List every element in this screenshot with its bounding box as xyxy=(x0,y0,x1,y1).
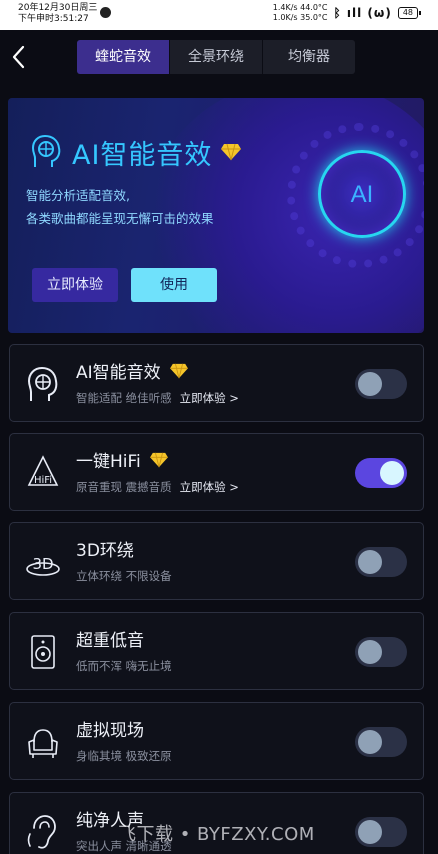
network-speed: 1.4K/s 44.0°C 1.0K/s 35.0°C xyxy=(273,3,328,23)
effect-title: 3D环绕 xyxy=(76,541,134,561)
effect-desc-text: 低而不浑 嗨无止境 xyxy=(76,659,172,673)
header: 蝰蛇音效 全景环绕 均衡器 xyxy=(0,30,438,84)
effect-card-live[interactable]: 虚拟现场 身临其境 极致还原 xyxy=(9,702,424,780)
status-date: 20年12月30日周三 xyxy=(18,3,98,13)
effect-title: 超重低音 xyxy=(76,631,144,651)
back-button[interactable] xyxy=(8,42,32,72)
chevron-left-icon xyxy=(12,45,25,69)
effect-title-row: 3D环绕 xyxy=(76,536,134,561)
effect-toggle[interactable] xyxy=(355,458,407,488)
effect-desc-text: 身临其境 极致还原 xyxy=(76,749,172,763)
speed-up-text: 1.4K/s 44.0°C xyxy=(272,3,328,12)
toggle-knob xyxy=(358,550,382,574)
effect-tabs: 蝰蛇音效 全景环绕 均衡器 xyxy=(77,40,355,74)
effect-desc-text: 智能适配 绝佳听感 xyxy=(76,391,172,405)
effect-title-row: 超重低音 xyxy=(76,626,144,651)
watermark: 飞下载 • BYFZXY.COM xyxy=(118,824,315,845)
effect-title-row: 虚拟现场 xyxy=(76,716,144,741)
effect-toggle[interactable] xyxy=(355,727,407,757)
effect-toggle[interactable] xyxy=(355,817,407,847)
hifi-icon: HiFi xyxy=(27,455,59,486)
banner-title-row: AI智能音效 xyxy=(28,132,242,172)
effect-title: 一键HiFi xyxy=(76,452,141,472)
toggle-knob xyxy=(380,461,404,485)
premium-gem-icon xyxy=(149,452,168,467)
use-button[interactable]: 使用 xyxy=(131,268,217,302)
ai-orb-text: AI xyxy=(350,181,374,208)
3d-surround-icon: 3D xyxy=(26,555,60,576)
effect-desc: 低而不浑 嗨无止境 xyxy=(76,658,172,674)
effect-toggle[interactable] xyxy=(355,547,407,577)
status-datetime: 20年12月30日周三 下午申时3:51:27 xyxy=(18,3,111,25)
try-now-button[interactable]: 立即体验 xyxy=(32,268,118,302)
ai-head-icon xyxy=(31,134,61,167)
banner-subtitle-line-1: 智能分析适配音效, xyxy=(26,188,130,203)
tab-equalizer[interactable]: 均衡器 xyxy=(263,40,355,74)
tab-panoramic-surround[interactable]: 全景环绕 xyxy=(170,40,263,74)
svg-text:3D: 3D xyxy=(32,555,53,573)
premium-gem-icon xyxy=(169,363,188,378)
speaker-icon xyxy=(31,635,55,669)
status-right: 1.4K/s 44.0°C 1.0K/s 35.0°C ᛒ ıll (ω) 48 xyxy=(273,3,422,23)
effect-toggle[interactable] xyxy=(355,637,407,667)
premium-gem-icon xyxy=(221,143,242,161)
effect-desc: 身临其境 极致还原 xyxy=(76,748,172,764)
effect-desc-text: 立体环绕 不限设备 xyxy=(76,569,172,583)
battery-icon: 48 xyxy=(397,7,422,19)
armchair-icon xyxy=(28,729,58,758)
svg-text:HiFi: HiFi xyxy=(34,475,52,486)
effect-toggle[interactable] xyxy=(355,369,407,399)
ai-orb: AI xyxy=(318,150,406,238)
ai-head-icon xyxy=(27,366,58,401)
speed-down-text: 1.0K/s 35.0°C xyxy=(272,13,328,22)
effect-desc: 智能适配 绝佳听感 立即体验 > xyxy=(76,390,239,406)
effect-desc: 原音重现 震撼音质 立即体验 > xyxy=(76,479,239,495)
effect-desc-text: 原音重现 震撼音质 xyxy=(76,480,172,494)
banner-subtitle-line-2: 各类歌曲都能呈现无懈可击的效果 xyxy=(26,211,214,226)
effect-title-row: 一键HiFi xyxy=(76,447,169,472)
effect-title: AI智能音效 xyxy=(76,363,161,383)
status-bar: 20年12月30日周三 下午申时3:51:27 1.4K/s 44.0°C 1.… xyxy=(0,0,438,30)
try-now-link[interactable]: 立即体验 > xyxy=(180,391,239,405)
status-time: 下午申时3:51:27 xyxy=(18,14,89,24)
effect-card-3d[interactable]: 3D 3D环绕 立体环绕 不限设备 xyxy=(9,522,424,600)
ear-icon xyxy=(27,815,56,849)
toggle-knob xyxy=(358,640,382,664)
signal-icons: ᛒ ıll (ω) xyxy=(333,6,392,20)
effect-desc: 立体环绕 不限设备 xyxy=(76,568,172,584)
toggle-knob xyxy=(358,730,382,754)
clock-app-icon xyxy=(100,7,111,18)
ai-banner[interactable]: AI AI智能音效 智能分析适配音效, 各类歌曲都能呈现无懈可击的效果 立即体验… xyxy=(8,98,424,333)
effect-card-ai[interactable]: AI智能音效 智能适配 绝佳听感 立即体验 > xyxy=(9,344,424,422)
banner-title: AI智能音效 xyxy=(72,139,213,171)
effect-title: 虚拟现场 xyxy=(76,721,144,741)
toggle-knob xyxy=(358,372,382,396)
try-now-link[interactable]: 立即体验 > xyxy=(180,480,239,494)
effect-card-hifi[interactable]: HiFi 一键HiFi 原音重现 震撼音质 立即体验 > xyxy=(9,433,424,511)
banner-subtitle: 智能分析适配音效, 各类歌曲都能呈现无懈可击的效果 xyxy=(26,184,214,230)
effect-title-row: AI智能音效 xyxy=(76,358,189,383)
effect-card-bass[interactable]: 超重低音 低而不浑 嗨无止境 xyxy=(9,612,424,690)
tab-viper-effects[interactable]: 蝰蛇音效 xyxy=(77,40,170,74)
toggle-knob xyxy=(358,820,382,844)
